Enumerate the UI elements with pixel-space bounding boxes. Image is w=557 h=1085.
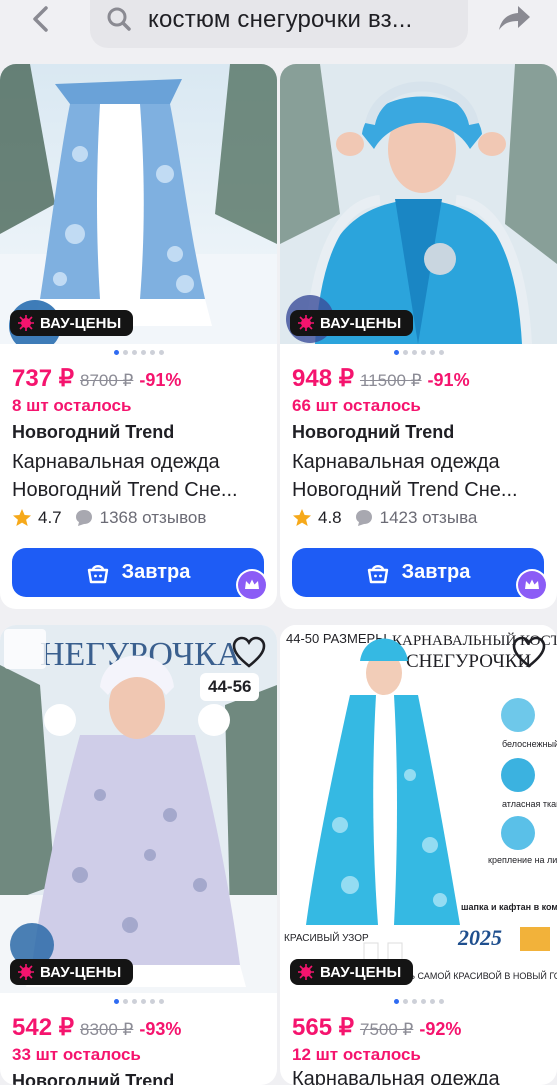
basket-icon (87, 564, 108, 583)
photo-pagination (0, 350, 277, 355)
price-row: 948 ₽ 11500 ₽ -91% (292, 364, 470, 393)
share-icon (499, 6, 530, 30)
old-price: 11500 ₽ (359, 371, 422, 390)
current-price: 737 ₽ (12, 365, 74, 392)
stock-left: 12 шт осталось (292, 1045, 421, 1064)
promo-badge-label: ВАУ-ЦЕНЫ (40, 314, 122, 332)
product-photo[interactable]: Trend ВАУ-ЦЕНЫ (0, 64, 277, 344)
price-row: 565 ₽ 7500 ₽ -92% (292, 1013, 461, 1042)
discount: -91% (427, 370, 470, 390)
crown-icon (518, 571, 546, 599)
brand-name[interactable]: Новогодний Trend (12, 1071, 174, 1085)
product-title[interactable]: Карнавальная одежда Новогодний Trend Сне… (12, 448, 270, 504)
promo-badge: ВАУ-ЦЕНЫ (10, 959, 134, 985)
product-title-line: Карнавальная одежда (292, 451, 500, 473)
crown-icon (238, 571, 266, 599)
rating-value: 4.8 (318, 508, 342, 527)
product-card[interactable]: ВАУ-ЦЕНЫ 948 ₽ 11500 ₽ -91% 66 шт остало… (280, 64, 557, 609)
brand-name[interactable]: Новогодний Trend (292, 422, 454, 443)
product-image: 44-50 РАЗМЕРЫ КАРНАВАЛЬНЫЙ КОСТЮМ СНЕГУР… (280, 625, 557, 993)
size-tag: 44-56 (200, 673, 260, 701)
product-photo[interactable]: 44-50 РАЗМЕРЫ КАРНАВАЛЬНЫЙ КОСТЮМ СНЕГУР… (280, 625, 557, 993)
photo-caption: БУДЬ САМОЙ КРАСИВОЙ В НОВЫЙ ГОД (392, 970, 557, 981)
product-title-line: Новогодний Trend Сне... (12, 479, 238, 501)
brand-name[interactable]: Новогодний Trend (12, 422, 174, 443)
product-card[interactable]: Trend ВАУ-ЦЕНЫ 737 ₽ 8700 ₽ -91% 8 шт ос… (0, 64, 277, 609)
heart-icon (512, 636, 546, 668)
add-to-cart-button[interactable]: Завтра (12, 548, 264, 597)
rating-row: 4.7 1368 отзывов (12, 508, 206, 528)
discount: -93% (139, 1019, 182, 1039)
chat-bubble-icon (75, 510, 92, 526)
product-title[interactable]: Карнавальная одежда Новогодний Trend Сне… (292, 448, 550, 504)
promo-badge-label: ВАУ-ЦЕНЫ (40, 963, 122, 981)
stock-left: 8 шт осталось (12, 396, 132, 415)
sparkle-icon (18, 964, 34, 980)
favorite-button[interactable] (231, 635, 267, 669)
product-card[interactable]: 44-50 РАЗМЕРЫ КАРНАВАЛЬНЫЙ КОСТЮМ СНЕГУР… (280, 625, 557, 1085)
photo-caption: КРАСИВЫЙ УЗОР (284, 931, 369, 944)
photo-pagination (0, 999, 277, 1004)
photo-pagination (280, 350, 557, 355)
product-title-line: Новогодний Trend Сне... (292, 479, 518, 501)
discount: -91% (139, 370, 182, 390)
current-price: 565 ₽ (292, 1014, 354, 1041)
promo-badge: ВАУ-ЦЕНЫ (10, 310, 134, 336)
star-icon (293, 509, 311, 526)
add-to-cart-label: Завтра (121, 561, 191, 583)
old-price: 7500 ₽ (359, 1020, 414, 1039)
reviews-count: 1423 отзыва (379, 508, 478, 527)
old-price: 8700 ₽ (79, 371, 134, 390)
stock-left: 66 шт осталось (292, 396, 421, 415)
reviews-count: 1368 отзывов (99, 508, 207, 527)
sparkle-icon (18, 315, 34, 331)
product-title-line: Карнавальная одежда (292, 1068, 500, 1085)
current-price: 542 ₽ (12, 1014, 74, 1041)
product-photo[interactable]: НЕГУРОЧКА 44-56 ВАУ-ЦЕНЫ (0, 625, 277, 993)
search-query: костюм снегурочки вз... (148, 6, 413, 33)
photo-caption: атласная ткань (502, 799, 557, 809)
rating-value: 4.7 (38, 508, 62, 527)
photo-caption: шапка и кафтан в комплекте (461, 902, 557, 912)
sparkle-icon (298, 315, 314, 331)
premium-badge (516, 569, 548, 601)
favorite-button[interactable] (511, 635, 547, 669)
photo-caption: белоснежный мех (502, 739, 557, 749)
search-icon (107, 7, 131, 31)
sparkle-icon (298, 964, 314, 980)
add-to-cart-label: Завтра (401, 561, 471, 583)
photo-caption: 2025 (457, 925, 502, 950)
premium-badge (236, 569, 268, 601)
old-price: 8300 ₽ (79, 1020, 134, 1039)
top-bar: костюм снегурочки вз... (0, 0, 557, 64)
product-image: Trend (0, 64, 277, 344)
product-image (280, 64, 557, 344)
photo-caption: крепление на липучках (488, 855, 557, 865)
promo-badge-label: ВАУ-ЦЕНЫ (320, 314, 402, 332)
search-field[interactable]: костюм снегурочки вз... (90, 0, 468, 48)
current-price: 948 ₽ (292, 365, 354, 392)
rating-row: 4.8 1423 отзыва (292, 508, 477, 528)
promo-badge: ВАУ-ЦЕНЫ (290, 959, 414, 985)
heart-icon (232, 636, 266, 668)
back-arrow-icon (33, 6, 48, 32)
star-icon (13, 509, 31, 526)
promo-badge-label: ВАУ-ЦЕНЫ (320, 963, 402, 981)
discount: -92% (419, 1019, 462, 1039)
basket-icon (367, 564, 388, 583)
product-title[interactable]: Карнавальная одежда (292, 1065, 550, 1085)
share-button[interactable] (494, 2, 534, 36)
product-photo[interactable]: ВАУ-ЦЕНЫ (280, 64, 557, 344)
price-row: 737 ₽ 8700 ₽ -91% (12, 364, 181, 393)
stock-left: 33 шт осталось (12, 1045, 141, 1064)
product-card[interactable]: НЕГУРОЧКА 44-56 ВАУ-ЦЕНЫ 542 ₽ 8300 ₽ -9… (0, 625, 277, 1085)
chat-bubble-icon (355, 510, 372, 526)
promo-badge: ВАУ-ЦЕНЫ (290, 310, 414, 336)
back-button[interactable] (22, 2, 62, 36)
product-title-line: Карнавальная одежда (12, 451, 220, 473)
photo-pagination (280, 999, 557, 1004)
add-to-cart-button[interactable]: Завтра (292, 548, 544, 597)
price-row: 542 ₽ 8300 ₽ -93% (12, 1013, 181, 1042)
